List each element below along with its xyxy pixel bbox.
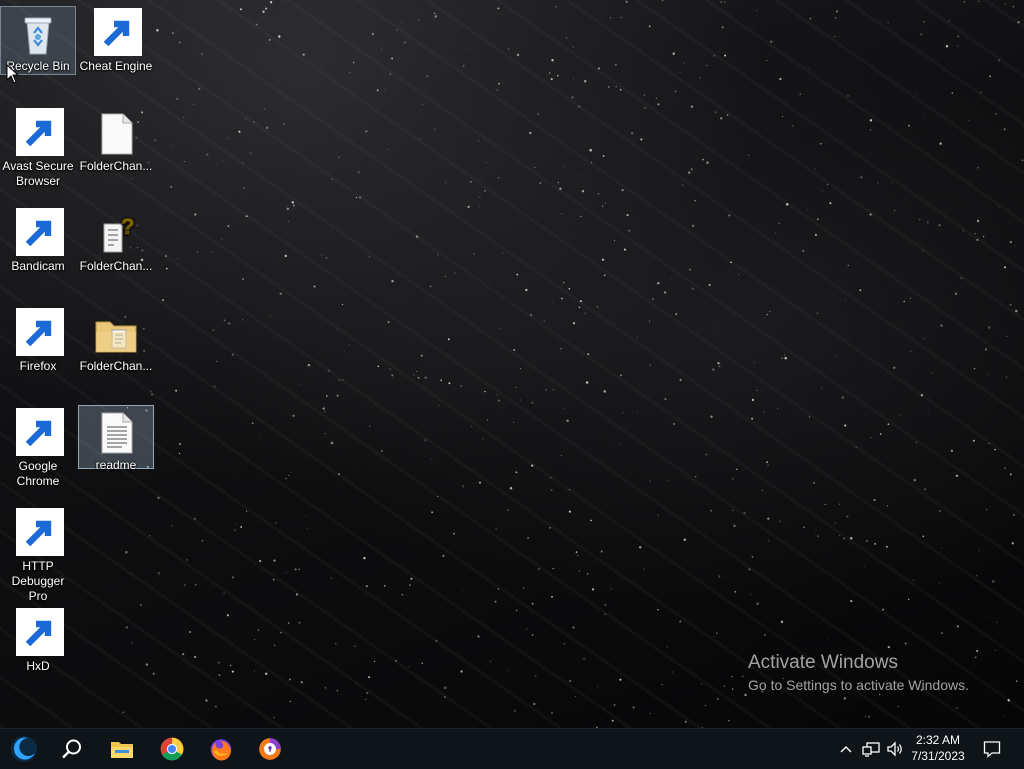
- show-hidden-icons-button[interactable]: [836, 729, 856, 769]
- volume-button[interactable]: [884, 729, 906, 769]
- avast-browser-icon: [14, 108, 64, 158]
- hxd-icon: [14, 608, 64, 658]
- svg-text:?: ?: [121, 214, 134, 239]
- desktop-icon-firefox[interactable]: Firefox: [0, 306, 76, 375]
- recycle-bin-icon: [14, 10, 62, 58]
- activate-windows-watermark: Activate Windows Go to Settings to activ…: [748, 652, 969, 695]
- chevron-up-icon: [840, 746, 852, 753]
- blank-file-icon: [92, 110, 140, 158]
- network-icon: [862, 742, 880, 757]
- taskbar-firefox[interactable]: [197, 729, 245, 769]
- icon-label: FolderChan...: [79, 259, 153, 273]
- shortcut-arrow-icon: [16, 408, 64, 456]
- taskbar-avast-browser[interactable]: [246, 729, 294, 769]
- desktop-icon-avast-secure-browser[interactable]: Avast Secure Browser: [0, 106, 76, 190]
- chrome-icon: [14, 408, 64, 458]
- start-icon: [11, 736, 37, 762]
- unknown-file-icon: ?: [92, 210, 140, 258]
- file-explorer-icon: [111, 742, 133, 758]
- firefox-icon: [14, 308, 64, 358]
- taskbar-chrome[interactable]: [148, 729, 196, 769]
- shortcut-arrow-icon: [16, 308, 64, 356]
- icon-label: FolderChan...: [79, 159, 153, 173]
- shortcut-arrow-icon: [16, 508, 64, 556]
- volume-icon: [887, 741, 902, 757]
- cheat-engine-icon: [92, 8, 142, 58]
- mouse-cursor-icon: [6, 64, 20, 84]
- network-button[interactable]: [860, 729, 882, 769]
- desktop-icon-folderchanger-1[interactable]: FolderChan...: [78, 106, 154, 175]
- search-button[interactable]: [48, 729, 96, 769]
- clock-date: 7/31/2023: [911, 749, 965, 763]
- folder-document-icon: [92, 310, 140, 358]
- icon-label: Cheat Engine: [79, 59, 153, 73]
- watermark-title: Activate Windows: [748, 652, 898, 673]
- icon-label: HTTP Debugger Pro: [11, 559, 65, 603]
- http-debugger-icon: [14, 508, 64, 558]
- watermark-subtitle: Go to Settings to activate Windows.: [748, 677, 969, 693]
- taskbar: 2:32 AM 7/31/2023: [0, 728, 1024, 769]
- desktop-icon-google-chrome[interactable]: Google Chrome: [0, 406, 76, 490]
- desktop-icon-bandicam[interactable]: Bandicam: [0, 206, 76, 275]
- desktop-icon-hxd[interactable]: HxD: [0, 606, 76, 675]
- icon-label: readme: [95, 458, 137, 472]
- desktop-icon-http-debugger-pro[interactable]: HTTP Debugger Pro: [0, 506, 76, 605]
- icon-label: HxD: [26, 659, 50, 673]
- desktop-icon-folderchanger-3[interactable]: FolderChan...: [78, 306, 154, 375]
- taskbar-clock[interactable]: 2:32 AM 7/31/2023: [906, 732, 970, 764]
- desktop-icon-readme[interactable]: readme: [78, 405, 154, 472]
- bandicam-icon: [14, 208, 64, 258]
- shortcut-arrow-icon: [16, 608, 64, 656]
- desktop-icon-cheat-engine[interactable]: Cheat Engine: [78, 6, 154, 75]
- notification-icon: [983, 741, 1001, 758]
- shortcut-arrow-icon: [94, 8, 142, 56]
- search-icon: [62, 739, 81, 759]
- chrome-icon: [160, 737, 184, 761]
- icon-label: FolderChan...: [79, 359, 153, 373]
- text-file-icon: [92, 409, 140, 457]
- shortcut-arrow-icon: [16, 208, 64, 256]
- shortcut-arrow-icon: [16, 108, 64, 156]
- icon-label: Avast Secure Browser: [2, 159, 74, 188]
- icon-label: Google Chrome: [16, 459, 60, 488]
- notification-center-button[interactable]: [976, 729, 1008, 769]
- icon-label: Firefox: [19, 359, 57, 373]
- desktop-icon-folderchanger-2[interactable]: ? FolderChan...: [78, 206, 154, 275]
- icon-label: Bandicam: [11, 259, 65, 273]
- taskbar-file-explorer[interactable]: [98, 729, 146, 769]
- firefox-icon: [210, 739, 232, 761]
- start-button[interactable]: [0, 729, 48, 769]
- avast-browser-icon: [259, 738, 281, 760]
- clock-time: 2:32 AM: [915, 733, 961, 747]
